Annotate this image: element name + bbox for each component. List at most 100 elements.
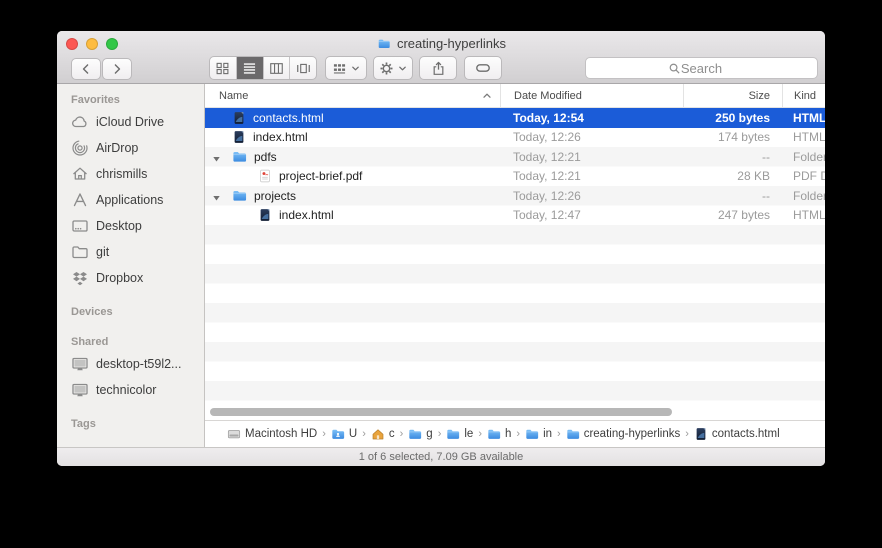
gallery-view-icon [296, 62, 311, 75]
sidebar-item-label: Desktop [96, 219, 142, 233]
column-header-size[interactable]: Size [683, 84, 782, 107]
chevron-right-icon [322, 428, 326, 440]
sidebar-item-technicolor[interactable]: technicolor [57, 377, 204, 403]
back-button[interactable] [71, 58, 101, 80]
file-row-contacts-html[interactable]: contacts.html Today, 12:54 250 bytes HTM… [205, 108, 825, 128]
chevron-right-icon [557, 428, 561, 440]
forward-button[interactable] [102, 58, 132, 80]
html-file-icon [694, 427, 708, 441]
path-item-users[interactable]: U [331, 427, 357, 441]
chevron-down-icon [351, 64, 360, 73]
path-item-intro[interactable]: in [525, 427, 552, 441]
sidebar-item-label: desktop-t59l2... [96, 357, 181, 371]
chevron-right-icon [400, 428, 404, 440]
scrollbar-thumb[interactable] [210, 408, 672, 416]
window-controls [66, 38, 118, 50]
sidebar-section-tags: Tags [57, 418, 204, 433]
sidebar-item-applications[interactable]: Applications [57, 187, 204, 213]
sidebar-item-label: iCloud Drive [96, 115, 164, 129]
folder-icon [446, 427, 460, 441]
gallery-view-button[interactable] [290, 57, 316, 79]
folder-icon [232, 188, 247, 203]
sidebar-section-devices: Devices [57, 306, 204, 321]
airdrop-icon [71, 139, 89, 157]
folder-row-projects[interactable]: projects Today, 12:26 -- Folder [205, 186, 825, 206]
chevron-right-icon [438, 428, 442, 440]
search-input[interactable] [586, 58, 817, 78]
path-item-learning[interactable]: le [446, 427, 473, 441]
arrange-icon [332, 62, 347, 75]
column-view-button[interactable] [264, 57, 291, 79]
window-title-text: creating-hyperlinks [397, 36, 506, 51]
folder-icon [525, 427, 539, 441]
column-header-kind[interactable]: Kind [782, 84, 825, 107]
file-row-index-html[interactable]: index.html Today, 12:26 174 bytes HTML [205, 128, 825, 148]
list-view-button[interactable] [237, 57, 264, 79]
file-list-pane: Name Date Modified Size Kind contacts.ht… [205, 84, 825, 447]
folder-icon [566, 427, 580, 441]
sort-ascending-icon [482, 91, 492, 101]
close-button[interactable] [66, 38, 78, 50]
path-item-home[interactable]: c [371, 427, 395, 441]
chevron-down-icon [398, 64, 407, 73]
arrange-button[interactable] [325, 56, 367, 80]
sidebar-item-airdrop[interactable]: AirDrop [57, 135, 204, 161]
path-item-macintosh-hd[interactable]: Macintosh HD [227, 427, 317, 441]
drive-icon [227, 427, 241, 441]
sidebar-item-label: chrismills [96, 167, 147, 181]
home-icon [71, 165, 89, 183]
folder-icon [71, 243, 89, 261]
display-icon [71, 355, 89, 373]
sidebar-item-desktop-t59l2[interactable]: desktop-t59l2... [57, 351, 204, 377]
window-title: creating-hyperlinks [57, 36, 825, 51]
cloud-icon [71, 113, 89, 131]
tags-button[interactable] [464, 56, 502, 80]
sidebar-item-label: Applications [96, 193, 163, 207]
path-item-git[interactable]: g [408, 427, 432, 441]
gear-icon [379, 61, 394, 76]
sidebar-item-dropbox[interactable]: Dropbox [57, 265, 204, 291]
file-row-project-brief-pdf[interactable]: project-brief.pdf Today, 12:21 28 KB PDF… [205, 167, 825, 187]
sidebar-item-home[interactable]: chrismills [57, 161, 204, 187]
sidebar-item-label: AirDrop [96, 141, 138, 155]
column-header-name[interactable]: Name [205, 84, 500, 107]
sidebar-item-label: git [96, 245, 109, 259]
folder-icon [232, 149, 247, 164]
title-bar[interactable]: creating-hyperlinks [57, 31, 825, 84]
pdf-file-icon [258, 169, 272, 183]
dropbox-icon [71, 269, 89, 287]
share-button[interactable] [419, 56, 457, 80]
sidebar-item-desktop[interactable]: Desktop [57, 213, 204, 239]
path-item-html[interactable]: h [487, 427, 511, 441]
search-field [585, 57, 818, 79]
list-column-headers: Name Date Modified Size Kind [205, 84, 825, 108]
horizontal-scrollbar[interactable] [205, 405, 825, 420]
icon-view-button[interactable] [210, 57, 237, 79]
screen-background: creating-hyperlinks [0, 0, 882, 548]
list-view-icon [242, 62, 257, 75]
sidebar: Favorites iCloud Drive AirDrop chrismill… [57, 84, 205, 447]
disclosure-triangle[interactable] [212, 155, 221, 163]
chevron-right-icon [516, 428, 520, 440]
zoom-button[interactable] [106, 38, 118, 50]
tag-icon [475, 60, 491, 76]
disclosure-triangle[interactable] [212, 194, 221, 202]
action-menu-button[interactable] [373, 56, 413, 80]
sidebar-item-label: technicolor [96, 383, 156, 397]
column-view-icon [269, 62, 284, 75]
chevron-right-icon [685, 428, 689, 440]
html-file-icon [232, 130, 246, 144]
file-row-projects-index-html[interactable]: index.html Today, 12:47 247 bytes HTML [205, 206, 825, 226]
folder-row-pdfs[interactable]: pdfs Today, 12:21 -- Folder [205, 147, 825, 167]
sidebar-item-icloud-drive[interactable]: iCloud Drive [57, 109, 204, 135]
sidebar-item-git[interactable]: git [57, 239, 204, 265]
share-icon [431, 61, 446, 76]
chevron-right-icon [362, 428, 366, 440]
path-item-contacts-html[interactable]: contacts.html [694, 427, 780, 441]
minimize-button[interactable] [86, 38, 98, 50]
path-item-creating-hyperlinks[interactable]: creating-hyperlinks [566, 427, 681, 441]
column-header-date-modified[interactable]: Date Modified [500, 84, 683, 107]
sidebar-item-label: Dropbox [96, 271, 143, 285]
display-icon [71, 381, 89, 399]
users-folder-icon [331, 427, 345, 441]
